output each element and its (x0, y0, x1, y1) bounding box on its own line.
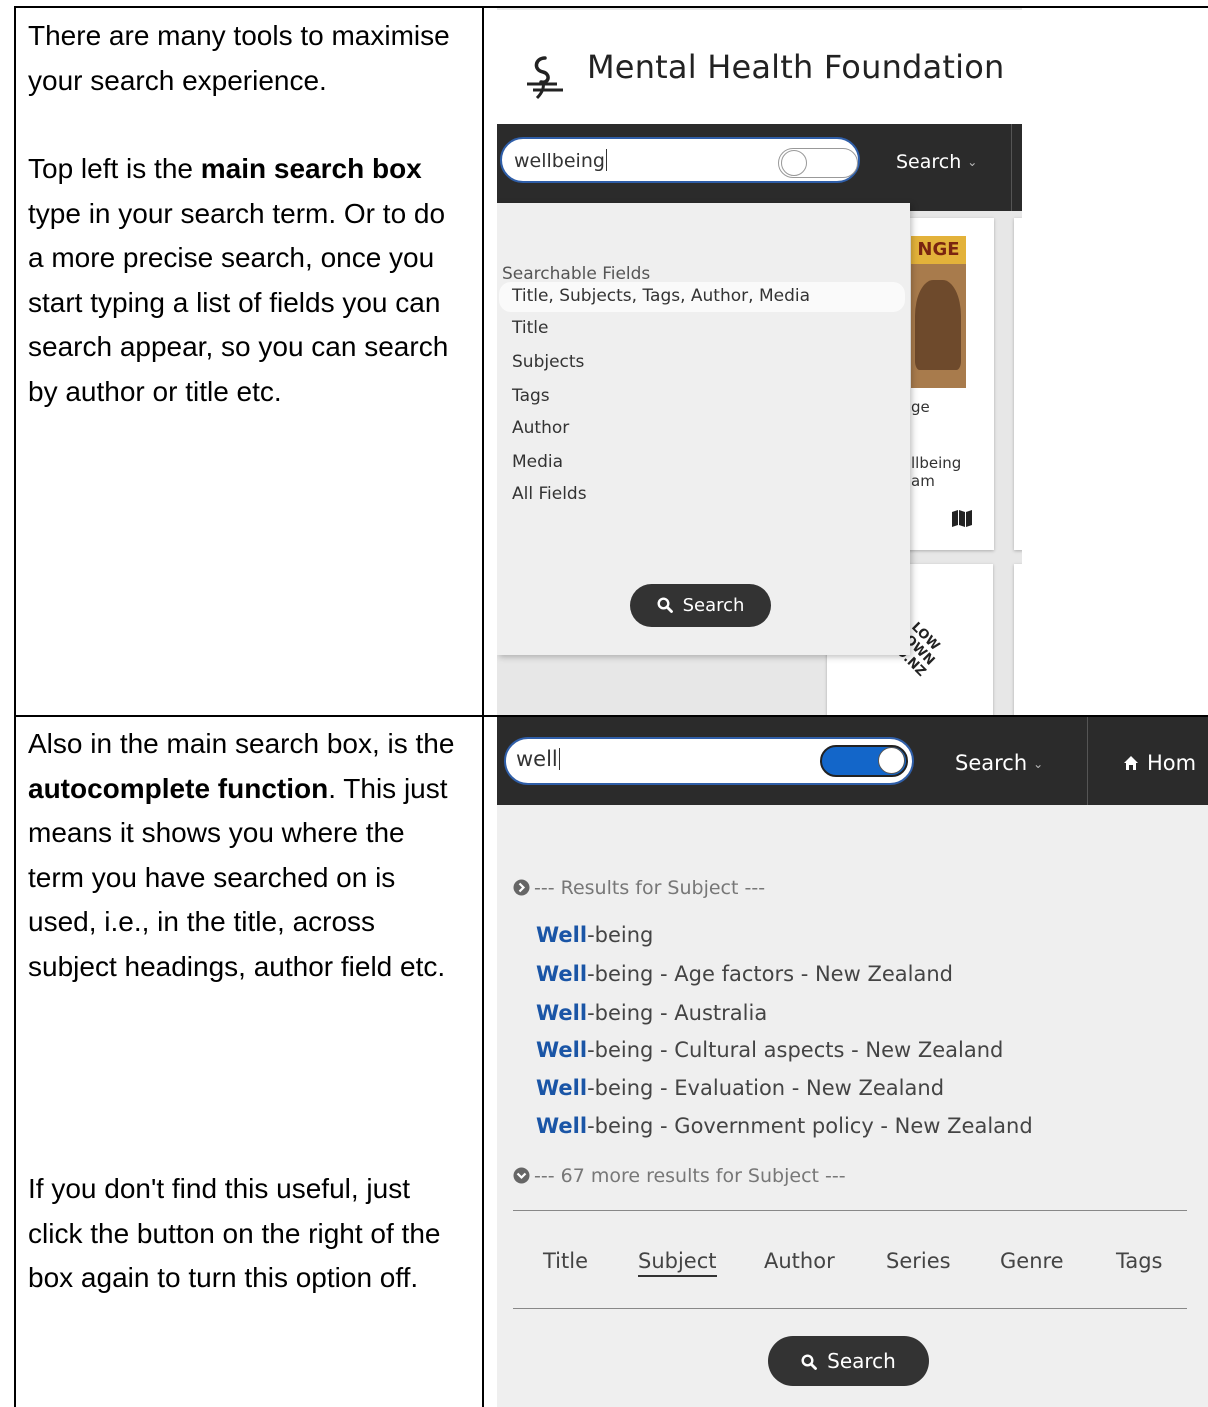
more-results-link[interactable]: --- 67 more results for Subject --- (513, 1165, 846, 1187)
results-heading[interactable]: --- Results for Subject --- (513, 877, 765, 899)
autocomplete-result[interactable]: Well-being (536, 923, 653, 947)
nav-divider (1011, 124, 1012, 211)
row2-desc-pre: Also in the main search box, is the (28, 728, 455, 759)
row2-desc-bold: autocomplete function (28, 772, 329, 804)
tab-author[interactable]: Author (764, 1249, 835, 1273)
dropdown-search-button[interactable]: Search (630, 584, 771, 627)
screenshot-search-fields: Mental Health Foundation wellbeing Searc… (497, 8, 1022, 715)
autocomplete-result[interactable]: Well-being - Cultural aspects - New Zeal… (536, 1038, 1003, 1062)
field-option-all-fields[interactable]: All Fields (512, 484, 587, 504)
main-search-box[interactable]: wellbeing (500, 137, 860, 183)
toggle-knob (878, 747, 905, 774)
cover-illustration (915, 280, 961, 370)
home-icon (1124, 756, 1138, 770)
tab-title[interactable]: Title (543, 1249, 588, 1273)
search-input[interactable]: wellbeing (514, 149, 607, 172)
card-subtitle: llbeing am (911, 454, 962, 490)
autocomplete-result[interactable]: Well-being - Age factors - New Zealand (536, 962, 953, 986)
field-option-subjects[interactable]: Subjects (512, 352, 584, 372)
row2-text: Also in the main search box, is the auto… (28, 722, 468, 1301)
field-option-author[interactable]: Author (512, 418, 569, 438)
chevron-down-icon: ⌄ (967, 155, 978, 169)
autocomplete-toggle[interactable] (820, 745, 908, 777)
search-icon (657, 597, 673, 613)
autocomplete-result[interactable]: Well-being - Evaluation - New Zealand (536, 1076, 944, 1100)
card-title: ge (911, 398, 930, 416)
row2-toggle-note: If you don't find this useful, just clic… (28, 1173, 441, 1293)
row1-desc-bold: main search box (200, 153, 422, 184)
field-option-media[interactable]: Media (512, 452, 563, 472)
search-icon (801, 1354, 818, 1370)
field-option-all-main[interactable]: Title, Subjects, Tags, Author, Media (512, 286, 810, 306)
tabs-top-divider (513, 1210, 1187, 1211)
field-option-title[interactable]: Title (512, 318, 548, 338)
brand-title: Mental Health Foundation (587, 48, 1005, 86)
chevron-down-icon: ⌄ (1033, 757, 1044, 771)
nav-home-link[interactable]: Hom (1123, 751, 1196, 775)
row2-description: Also in the main search box, is the auto… (28, 722, 468, 989)
book-cover: NGE (911, 236, 966, 388)
row1-description: Top left is the main search box type in … (28, 147, 468, 414)
autocomplete-result[interactable]: Well-being - Australia (536, 1001, 767, 1025)
screenshot-autocomplete: well Search ⌄ Hom --- Results for Subject… (497, 717, 1208, 1407)
nav-divider (1087, 717, 1088, 805)
tab-genre[interactable]: Genre (1000, 1249, 1064, 1273)
row1-text: There are many tools to maximise your se… (28, 14, 468, 414)
autocomplete-search-button[interactable]: Search (768, 1336, 929, 1386)
toggle-knob (781, 150, 807, 176)
field-option-tags[interactable]: Tags (512, 386, 550, 406)
circle-arrow-down-icon (513, 1167, 530, 1184)
row1-intro: There are many tools to maximise your se… (28, 20, 450, 96)
row1-desc-post: type in your search term. Or to do a mor… (28, 197, 449, 407)
nav-search-menu[interactable]: Search ⌄ (896, 151, 977, 173)
tab-subject[interactable]: Subject (638, 1249, 717, 1277)
book-card[interactable] (1014, 218, 1022, 550)
row1-desc-pre: Top left is the (28, 153, 201, 184)
main-search-box[interactable]: well (504, 737, 914, 785)
cover-title: NGE (911, 236, 966, 264)
book-icon (952, 510, 972, 527)
circle-arrow-right-icon (513, 879, 530, 896)
autocomplete-toggle[interactable] (778, 148, 858, 178)
book-card[interactable] (1014, 564, 1022, 715)
top-strip (497, 8, 1022, 10)
table-column-divider (482, 6, 484, 1407)
tab-series[interactable]: Series (886, 1249, 951, 1273)
foundation-logo-icon (527, 56, 563, 100)
search-input[interactable]: well (516, 747, 560, 771)
tab-tags[interactable]: Tags (1116, 1249, 1163, 1273)
autocomplete-result[interactable]: Well-being - Government policy - New Zea… (536, 1114, 1033, 1138)
nav-search-menu[interactable]: Search ⌄ (955, 751, 1043, 775)
dropdown-heading: Searchable Fields (502, 264, 651, 284)
tabs-bottom-divider (513, 1308, 1187, 1309)
